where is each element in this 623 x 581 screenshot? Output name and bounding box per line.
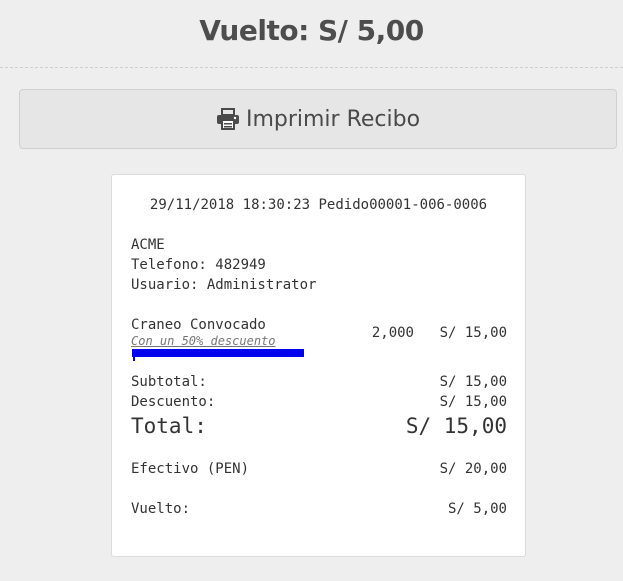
change-header: Vuelto: S/ 5,00 (0, 0, 623, 68)
receipt-change-label: Vuelto: (131, 501, 191, 517)
receipt-total-value: S/ 15,00 (405, 414, 507, 438)
receipt-item-discount-note: Con un 50% descuento (131, 334, 276, 348)
print-receipt-label: Imprimir Recibo (245, 106, 421, 132)
print-icon (216, 108, 239, 130)
receipt-phone: Telefono: 482949 (131, 257, 266, 273)
receipt-discount-value: S/ 15,00 (439, 394, 507, 410)
receipt-company: ACME (131, 237, 165, 253)
receipt-item-quantity: 2,000 (371, 325, 414, 341)
print-receipt-button[interactable]: Imprimir Recibo (19, 89, 617, 149)
change-title: Vuelto: S/ 5,00 (199, 14, 424, 47)
receipt-cash-value: S/ 20,00 (439, 461, 507, 477)
receipt-date-order: 29/11/2018 18:30:23 Pedido00001-006-0006 (149, 197, 488, 213)
receipt-item-price: S/ 15,00 (439, 325, 507, 341)
receipt-total-label: Total: (131, 414, 207, 438)
highlight-mark (132, 349, 304, 357)
receipt-discount-label: Descuento: (131, 394, 216, 410)
receipt-change-value: S/ 5,00 (447, 501, 507, 517)
receipt-subtotal-value: S/ 15,00 (439, 374, 507, 390)
receipt-cash-label: Efectivo (PEN) (131, 461, 250, 477)
highlight-mark-tick (133, 357, 135, 361)
receipt-subtotal-label: Subtotal: (131, 374, 207, 390)
receipt-user: Usuario: Administrator (131, 277, 317, 293)
receipt-item-name: Craneo Convocado (131, 317, 266, 333)
receipt: 29/11/2018 18:30:23 Pedido00001-006-0006… (111, 174, 526, 557)
